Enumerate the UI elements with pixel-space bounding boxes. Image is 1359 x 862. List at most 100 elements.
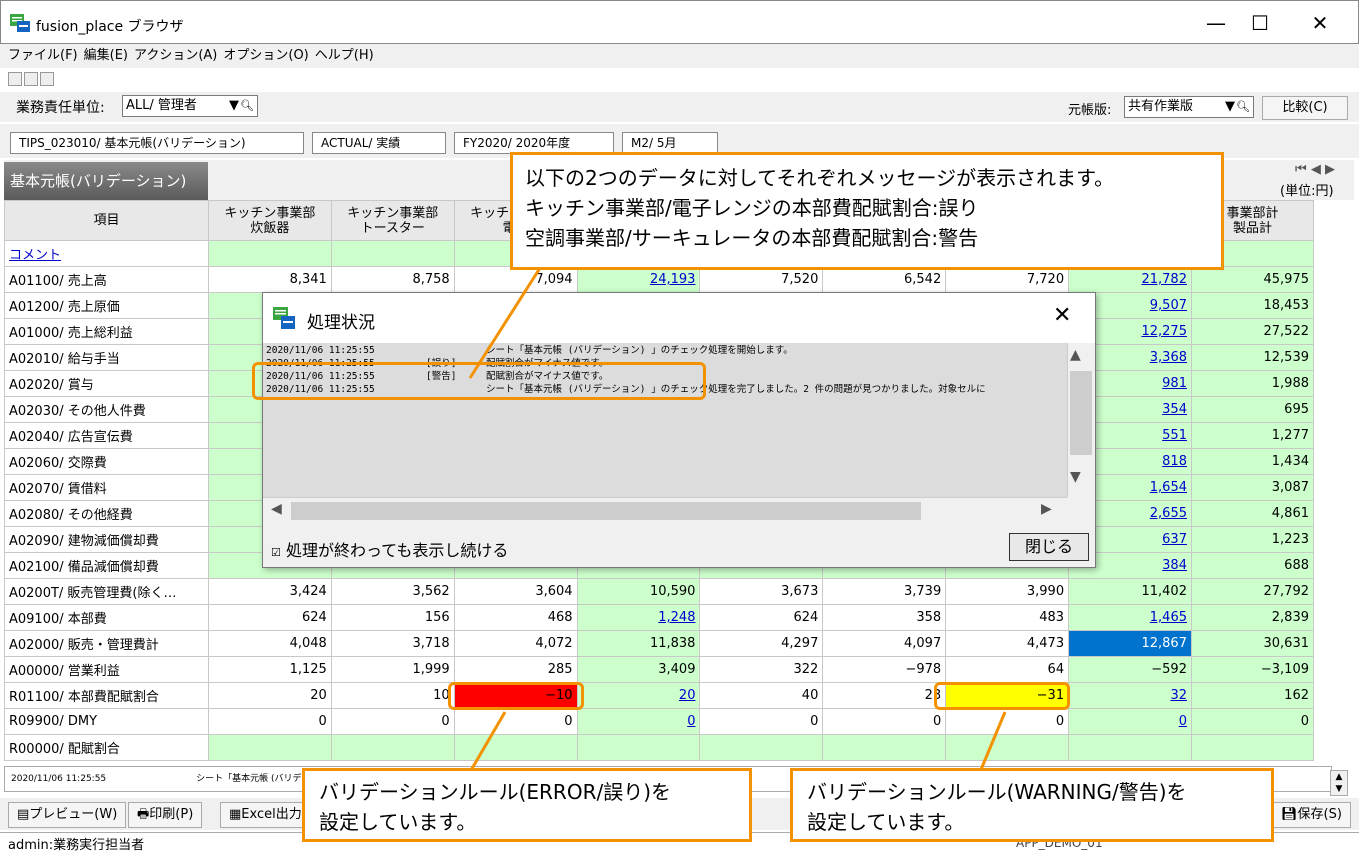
table-cell[interactable]	[945, 734, 1070, 761]
table-cell[interactable]: 4,473	[945, 630, 1070, 657]
table-cell[interactable]: 0	[1068, 708, 1192, 735]
table-cell[interactable]: 1,248	[576, 604, 701, 631]
table-cell[interactable]: 11,402	[1068, 578, 1192, 605]
keep-open-checkbox[interactable]: ☑ 処理が終わっても表示し続ける	[271, 537, 508, 561]
table-cell[interactable]	[576, 734, 701, 761]
table-cell[interactable]: 4,048	[207, 630, 332, 657]
version-select[interactable]: 共有作業版 ▼ 🔍︎	[1124, 96, 1254, 118]
table-cell[interactable]: 10,590	[576, 578, 701, 605]
table-cell[interactable]: 8,758	[330, 266, 455, 293]
pov-scenario[interactable]: ACTUAL/ 実績	[312, 132, 446, 154]
table-cell[interactable]: 20	[576, 682, 701, 709]
unit-select[interactable]: ALL/ 管理者 ▼ 🔍︎	[122, 95, 258, 117]
table-cell[interactable]: 12,867	[1068, 630, 1192, 657]
table-cell[interactable]: 6,542	[822, 266, 947, 293]
dialog-vertical-scrollbar[interactable]: ▲ ▼	[1067, 343, 1095, 497]
table-cell[interactable]: 2,839	[1190, 604, 1315, 631]
table-cell[interactable]: 3,739	[822, 578, 947, 605]
table-cell[interactable]: 32	[1068, 682, 1192, 709]
checkbox-icon[interactable]: ☑	[271, 546, 281, 559]
sheet-nav-arrows[interactable]: ⏮ ◀ ▶	[1295, 162, 1335, 177]
table-cell[interactable]: 21,782	[1068, 266, 1192, 293]
table-cell[interactable]	[207, 734, 332, 761]
table-cell[interactable]: 0	[453, 708, 578, 735]
scroll-thumb[interactable]	[291, 502, 921, 520]
table-cell[interactable]: 27,522	[1190, 318, 1315, 345]
scroll-left-icon[interactable]: ◀	[271, 501, 282, 517]
table-cell[interactable]: 64	[945, 656, 1070, 683]
save-button[interactable]: 💾︎保存(S)	[1272, 802, 1351, 828]
table-cell[interactable]: 3,990	[945, 578, 1070, 605]
table-cell[interactable]: 7,520	[699, 266, 824, 293]
table-cell[interactable]: 1,465	[1068, 604, 1192, 631]
table-cell[interactable]: 30,631	[1190, 630, 1315, 657]
table-cell[interactable]: 624	[699, 604, 824, 631]
table-cell[interactable]: 0	[945, 708, 1070, 735]
copy-icon[interactable]	[8, 72, 22, 86]
menu-action[interactable]: アクション(A)	[134, 44, 217, 68]
table-cell[interactable]: 1,999	[330, 656, 455, 683]
table-cell[interactable]: 23	[822, 682, 947, 709]
table-cell[interactable]	[822, 734, 947, 761]
table-cell[interactable]: 45,975	[1190, 266, 1315, 293]
table-cell[interactable]	[207, 240, 332, 267]
print-button[interactable]: 🖶印刷(P)	[128, 802, 203, 828]
table-cell[interactable]: 4,097	[822, 630, 947, 657]
table-cell[interactable]: 3,409	[576, 656, 701, 683]
scroll-thumb[interactable]	[1070, 371, 1092, 455]
table-cell[interactable]: 3,424	[207, 578, 332, 605]
edit-icon[interactable]	[40, 72, 54, 86]
table-cell[interactable]: 162	[1190, 682, 1315, 709]
table-cell[interactable]: 20	[207, 682, 332, 709]
table-cell[interactable]	[453, 734, 578, 761]
table-cell[interactable]: 0	[699, 708, 824, 735]
menu-option[interactable]: オプション(O)	[223, 44, 308, 68]
pov-period[interactable]: M2/ 5月	[622, 132, 718, 154]
table-cell[interactable]: 695	[1190, 396, 1315, 423]
table-cell[interactable]: 624	[207, 604, 332, 631]
table-cell[interactable]: 3,562	[330, 578, 455, 605]
table-cell[interactable]: 0	[207, 708, 332, 735]
table-cell[interactable]: 285	[453, 656, 578, 683]
table-cell[interactable]: 1,988	[1190, 370, 1315, 397]
table-cell[interactable]: 1,125	[207, 656, 332, 683]
preview-button[interactable]: ▤プレビュー(W)	[8, 802, 127, 828]
table-cell[interactable]: 4,072	[453, 630, 578, 657]
table-cell[interactable]: 4,297	[699, 630, 824, 657]
scroll-up-icon[interactable]: ▲	[1070, 347, 1081, 363]
table-cell[interactable]: 322	[699, 656, 824, 683]
table-cell[interactable]: 7,094	[453, 266, 578, 293]
menu-help[interactable]: ヘルプ(H)	[315, 44, 374, 68]
table-cell[interactable]: 27,792	[1190, 578, 1315, 605]
table-cell[interactable]: 18,453	[1190, 292, 1315, 319]
table-cell[interactable]: 0	[822, 708, 947, 735]
table-cell[interactable]: −592	[1068, 656, 1192, 683]
table-cell[interactable]: 1,277	[1190, 422, 1315, 449]
table-cell[interactable]: 12,539	[1190, 344, 1315, 371]
table-cell[interactable]: 11,838	[576, 630, 701, 657]
table-cell[interactable]: 4,861	[1190, 500, 1315, 527]
table-cell[interactable]: 1,223	[1190, 526, 1315, 553]
table-cell[interactable]: 10	[330, 682, 455, 709]
table-cell[interactable]: 40	[699, 682, 824, 709]
search-icon[interactable]: 🔍︎	[240, 96, 254, 116]
table-cell[interactable]: −3,109	[1190, 656, 1315, 683]
table-cell[interactable]: 1,434	[1190, 448, 1315, 475]
table-cell[interactable]	[330, 240, 455, 267]
excel-button[interactable]: ▦Excel出力	[220, 802, 311, 828]
table-cell[interactable]: 358	[822, 604, 947, 631]
scroll-down-icon[interactable]: ▼	[1070, 469, 1081, 485]
table-cell[interactable]: 7,720	[945, 266, 1070, 293]
menu-edit[interactable]: 編集(E)	[84, 44, 128, 68]
pov-sheet[interactable]: TIPS_023010/ 基本元帳(バリデーション)	[10, 132, 304, 154]
table-cell[interactable]: 156	[330, 604, 455, 631]
maximize-button[interactable]: ☐	[1240, 8, 1280, 38]
row-label[interactable]: コメント	[4, 240, 209, 267]
table-cell[interactable]: 8,341	[207, 266, 332, 293]
table-cell[interactable]	[330, 734, 455, 761]
table-cell[interactable]: −978	[822, 656, 947, 683]
table-cell[interactable]	[1190, 734, 1315, 761]
minimize-button[interactable]: —	[1196, 8, 1236, 38]
dialog-close-icon[interactable]: ✕	[1053, 303, 1071, 328]
menu-file[interactable]: ファイル(F)	[8, 44, 78, 68]
